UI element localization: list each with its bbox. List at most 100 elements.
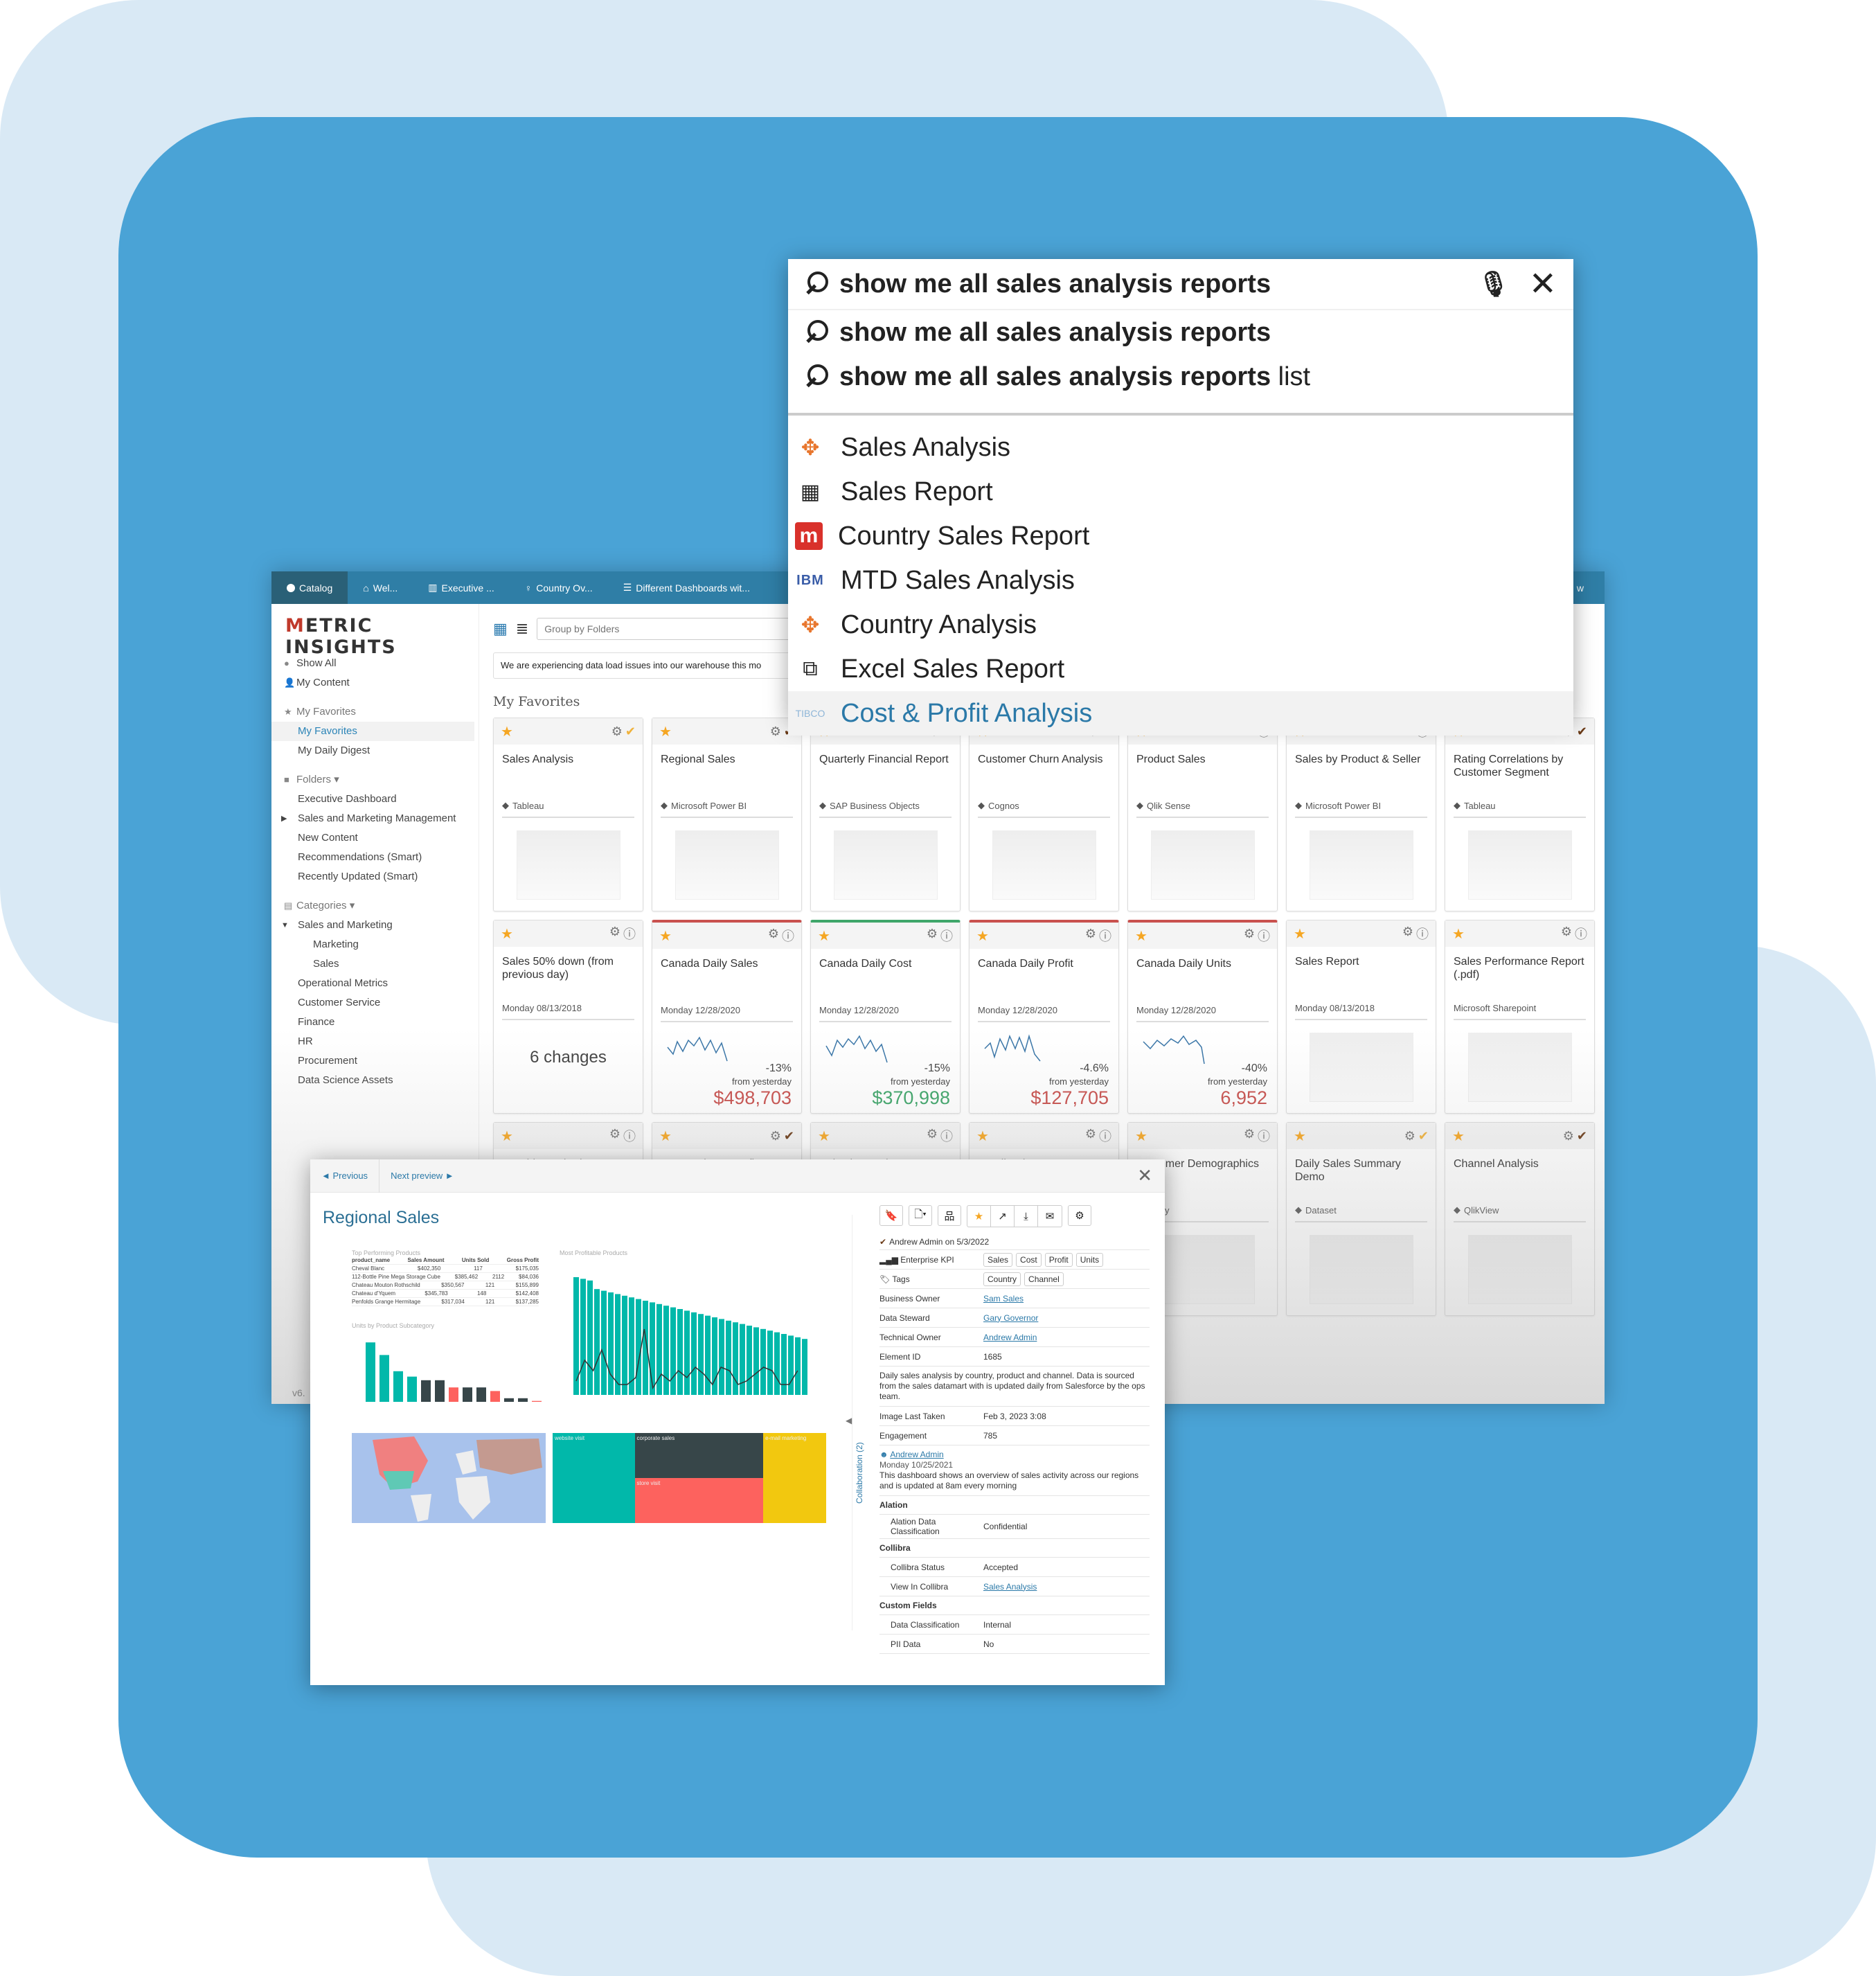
caret-down-icon[interactable]: ▼ (281, 919, 289, 932)
sidebar-category[interactable]: Procurement (271, 1051, 479, 1071)
star-icon[interactable]: ★ (976, 927, 989, 945)
star-icon[interactable]: ★ (501, 1128, 513, 1145)
previous-button[interactable]: ◄ Previous (310, 1159, 380, 1193)
star-icon[interactable]: ★ (976, 1128, 989, 1145)
search-input[interactable]: show me all sales analysis reports (839, 269, 1271, 299)
tile-card[interactable]: ★⚙✔Rating Correlations by Customer Segme… (1445, 718, 1595, 911)
info-icon[interactable]: ⓘ (1258, 1127, 1270, 1145)
download-button[interactable]: ⤓ (1015, 1206, 1038, 1227)
sidebar-folder[interactable]: Executive Dashboard (271, 790, 479, 809)
sidebar-categories-heading[interactable]: ▤ Categories ▾ (271, 896, 479, 916)
search-suggestion[interactable]: show me all sales analysis reports list (788, 355, 1573, 399)
tab-executive[interactable]: ▥ Executive ... (413, 571, 510, 604)
gear-icon[interactable]: ⚙ (1085, 1127, 1096, 1145)
star-icon[interactable]: ★ (1452, 1128, 1465, 1145)
star-icon[interactable]: ★ (1294, 925, 1306, 943)
gear-icon[interactable]: ⚙ (927, 927, 938, 945)
star-icon[interactable]: ★ (1135, 1128, 1147, 1145)
gear-icon[interactable]: ⚙ (1402, 925, 1413, 943)
info-icon[interactable]: ⓘ (1416, 925, 1429, 943)
star-icon[interactable]: ★ (659, 927, 672, 945)
tile-card[interactable]: ★ ⚙ ⓘ Sales 50% down (from previous day) Mon… (493, 920, 643, 1114)
sidebar-category[interactable]: Finance (271, 1013, 479, 1032)
sidebar-category[interactable]: HR (271, 1032, 479, 1051)
info-icon[interactable]: ⓘ (1258, 927, 1270, 945)
sidebar-folder[interactable]: ▶ Sales and Marketing Management (271, 809, 479, 828)
sidebar-item-daily-digest[interactable]: My Daily Digest (271, 741, 479, 760)
sidebar-folders-heading[interactable]: ■ Folders ▾ (271, 770, 479, 790)
favorite-button[interactable]: ★ (967, 1206, 991, 1227)
tag-chip[interactable]: Country (983, 1272, 1021, 1286)
bookmark-button[interactable]: 🔖 (879, 1205, 903, 1226)
gear-icon[interactable]: ⚙ (1561, 925, 1572, 943)
sidebar-category[interactable]: Customer Service (271, 993, 479, 1013)
tab-country[interactable]: ♀ Country Ov... (510, 571, 608, 604)
gear-icon[interactable]: ⚙ (770, 1129, 781, 1143)
tab-view-partial[interactable]: w (1577, 582, 1605, 594)
gear-icon[interactable]: ⚙ (770, 724, 781, 739)
list-view-icon[interactable]: ≣ (516, 620, 528, 638)
tile-card[interactable]: ★⚙ⓘProduct Sales◆Qlik Sense (1127, 718, 1278, 911)
kpi-chip[interactable]: Cost (1016, 1252, 1042, 1267)
gear-icon[interactable]: ⚙ (609, 925, 620, 943)
star-icon[interactable]: ★ (1452, 925, 1465, 943)
kpi-chip[interactable]: Profit (1044, 1252, 1073, 1267)
sidebar-folder[interactable]: New Content (271, 828, 479, 848)
info-icon[interactable]: ⓘ (1575, 925, 1587, 943)
tile-card[interactable]: ★⚙✔Customer Churn Analysis◆Cognos (969, 718, 1119, 911)
tile-card[interactable]: ★ ⚙ ⓘ Canada Daily Cost Monday 12/28/2020 -15… (810, 920, 961, 1114)
search-result-highlighted[interactable]: TIBCO Cost & Profit Analysis (788, 691, 1573, 736)
close-icon[interactable]: ✕ (1529, 265, 1557, 303)
gear-icon[interactable]: ⚙ (1085, 927, 1096, 945)
gear-icon[interactable]: ⚙ (611, 724, 623, 739)
document-menu-button[interactable]: 🗋▾ (909, 1205, 932, 1226)
search-result[interactable]: ✥ Country Analysis (788, 603, 1573, 647)
sidebar-item-my-content[interactable]: 👤 My Content (271, 673, 479, 693)
collaboration-panel-toggle[interactable]: ◀ Collaboration (2) (846, 1215, 864, 1630)
search-suggestion[interactable]: show me all sales analysis reports (788, 310, 1573, 355)
sidebar-category[interactable]: Operational Metrics (271, 974, 479, 993)
info-icon[interactable]: ⓘ (623, 1127, 636, 1145)
sidebar-category[interactable]: Sales (271, 954, 479, 974)
info-icon[interactable]: ⓘ (782, 927, 794, 945)
gear-icon[interactable]: ⚙ (609, 1127, 620, 1145)
technical-owner-link[interactable]: Andrew Admin (983, 1333, 1037, 1342)
tile-card[interactable]: ★ ⚙ ⓘ Canada Daily Sales Monday 12/28/2020 -1… (652, 920, 802, 1114)
share-button[interactable]: ↗ (991, 1206, 1015, 1227)
sidebar-category[interactable]: Marketing (271, 935, 479, 954)
sidebar-item-my-favorites[interactable]: My Favorites (271, 722, 474, 741)
star-icon[interactable]: ★ (501, 925, 513, 943)
info-icon[interactable]: ⓘ (623, 925, 636, 943)
star-icon[interactable]: ★ (501, 723, 513, 740)
business-owner-link[interactable]: Sam Sales (983, 1294, 1024, 1303)
sidebar-folder[interactable]: Recently Updated (Smart) (271, 867, 479, 887)
sidebar-category[interactable]: Data Science Assets (271, 1071, 479, 1090)
tile-card[interactable]: ★⚙✔Quarterly Financial Report◆SAP Busine… (810, 718, 961, 911)
caret-left-icon[interactable]: ◀ (846, 1416, 852, 1425)
search-result[interactable]: IBM MTD Sales Analysis (788, 558, 1573, 603)
caret-right-icon[interactable]: ▶ (281, 812, 287, 825)
star-icon[interactable]: ★ (659, 1128, 672, 1145)
tile-card[interactable]: ★ ⚙ ✔ Channel Analysis ◆ QlikView (1445, 1122, 1595, 1316)
search-result[interactable]: ✥ Sales Analysis (788, 425, 1573, 470)
star-icon[interactable]: ★ (659, 723, 672, 740)
search-result[interactable]: ⧉ Excel Sales Report (788, 647, 1573, 691)
tile-card[interactable]: ★ ⚙ ⓘ Sales Report Monday 08/13/2018 (1286, 920, 1436, 1114)
email-button[interactable]: ✉ (1038, 1206, 1062, 1227)
gear-icon[interactable]: ⚙ (1244, 1127, 1255, 1145)
kpi-chip[interactable]: Units (1075, 1252, 1104, 1267)
search-result[interactable]: m Country Sales Report (788, 514, 1573, 558)
data-steward-link[interactable]: Gary Governor (983, 1313, 1038, 1323)
sidebar-favorites-heading[interactable]: ★ My Favorites (271, 702, 479, 722)
info-icon[interactable]: ⓘ (1099, 927, 1111, 945)
search-input-row[interactable]: show me all sales analysis reports 🎙 ✕ (788, 259, 1573, 310)
info-icon[interactable]: ⓘ (940, 1127, 953, 1145)
comment-author-link[interactable]: Andrew Admin (890, 1450, 943, 1459)
tile-card[interactable]: ★ ⚙ ⓘ Canada Daily Profit Monday 12/28/2020 -… (969, 920, 1119, 1114)
info-icon[interactable]: ⓘ (940, 927, 953, 945)
lineage-button[interactable]: 品 (938, 1205, 961, 1226)
gear-icon[interactable]: ⚙ (1244, 927, 1255, 945)
tile-card[interactable]: ★ ⚙ ✔ Sales Analysis ◆ Tableau (493, 718, 643, 911)
tile-card[interactable]: ★⚙ⓘSales by Product & Seller◆Microsoft P… (1286, 718, 1436, 911)
tab-catalog[interactable]: Catalog (271, 571, 348, 604)
